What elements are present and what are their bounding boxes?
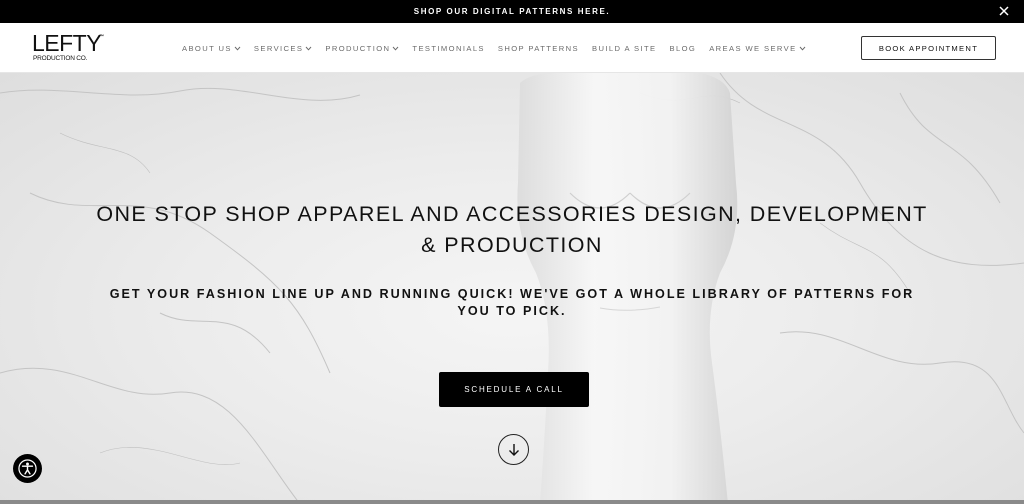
nav-label: SHOP PATTERNS <box>497 43 579 53</box>
nav-item-production[interactable]: PRODUCTION <box>325 44 399 53</box>
nav-item-shop-patterns[interactable]: SHOP PATTERNS <box>498 44 579 53</box>
chevron-down-icon <box>234 46 241 51</box>
nav-label: AREAS WE SERVE <box>709 43 797 53</box>
announcement-link[interactable]: SHOP OUR DIGITAL PATTERNS HERE. <box>414 7 610 16</box>
chevron-down-icon <box>799 46 805 51</box>
nav-item-services[interactable]: SERVICES <box>254 44 312 53</box>
nav-label: BLOG <box>669 43 697 53</box>
book-appointment-label: BOOK APPOINTMENT <box>878 43 979 53</box>
book-appointment-button[interactable]: BOOK APPOINTMENT <box>861 36 996 60</box>
hero-subheadline: GET YOUR FASHION LINE UP AND RUNNING QUI… <box>109 287 915 318</box>
hero-headline: ONE STOP SHOP APPAREL AND ACCESSORIES DE… <box>96 202 928 257</box>
bottom-scroll-strip <box>0 500 1024 504</box>
close-icon[interactable] <box>998 5 1010 17</box>
chevron-down-icon <box>393 46 399 51</box>
logo-subtitle: PRODUCTION CO. <box>33 55 88 62</box>
chevron-down-icon <box>305 46 312 51</box>
schedule-call-button[interactable]: SCHEDULE A CALL <box>439 372 589 407</box>
accessibility-button[interactable] <box>13 454 42 483</box>
nav-label: TESTIMONIALS <box>412 43 485 53</box>
scroll-down-button[interactable] <box>498 434 529 465</box>
nav-item-blog[interactable]: BLOG <box>669 44 696 53</box>
nav-label: ABOUT US <box>182 43 232 53</box>
nav-label: SERVICES <box>253 43 304 53</box>
accessibility-icon <box>18 459 37 478</box>
site-header: LEFTY ™ PRODUCTION CO. ABOUT US SERVICES… <box>0 23 1024 73</box>
logo-wordmark: LEFTY <box>32 30 102 56</box>
main-nav: ABOUT US SERVICES PRODUCTION TESTIMONIAL… <box>182 42 819 54</box>
logo[interactable]: LEFTY ™ PRODUCTION CO. <box>32 32 112 66</box>
logo-trademark: ™ <box>99 34 104 40</box>
arrow-down-icon <box>508 443 519 456</box>
nav-label: BUILD A SITE <box>591 43 657 53</box>
nav-label: PRODUCTION <box>325 43 391 53</box>
nav-item-areas-we-serve[interactable]: AREAS WE SERVE <box>709 44 805 53</box>
nav-item-testimonials[interactable]: TESTIMONIALS <box>412 44 485 53</box>
announcement-bar: SHOP OUR DIGITAL PATTERNS HERE. <box>0 0 1024 23</box>
schedule-call-label: SCHEDULE A CALL <box>464 385 564 394</box>
hero-section: ONE STOP SHOP APPAREL AND ACCESSORIES DE… <box>0 73 1024 504</box>
nav-item-about-us[interactable]: ABOUT US <box>182 44 241 53</box>
nav-item-build-a-site[interactable]: BUILD A SITE <box>592 44 657 53</box>
